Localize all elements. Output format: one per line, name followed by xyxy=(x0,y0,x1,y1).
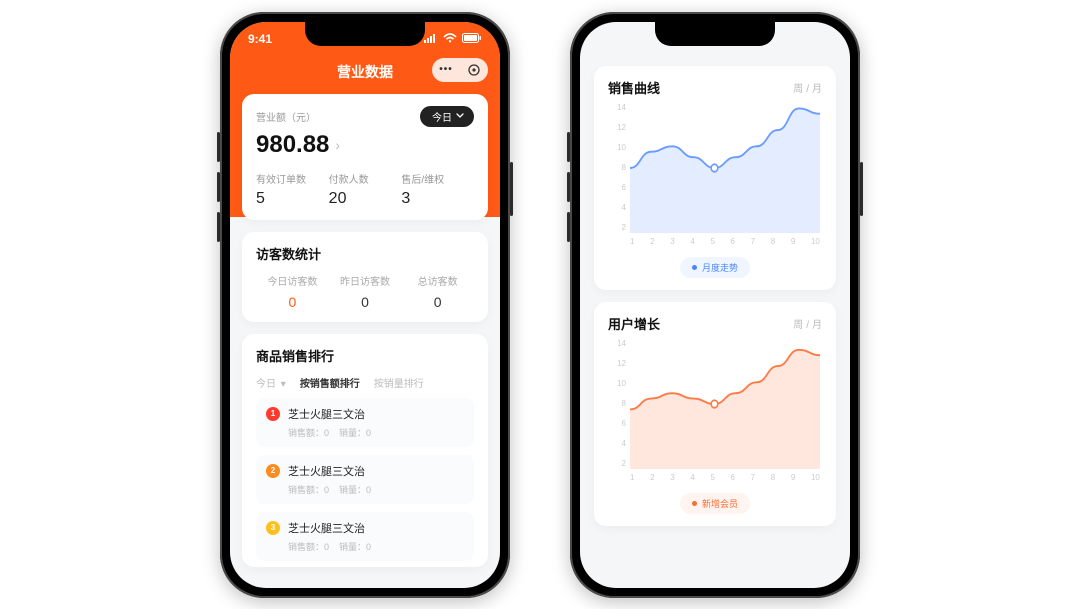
x-axis-ticks: 12345678910 xyxy=(630,473,820,487)
page-title: 营业数据 xyxy=(337,62,393,82)
visitors-title: 访客数统计 xyxy=(256,244,474,263)
close-target-icon[interactable] xyxy=(466,62,482,78)
tab-month[interactable]: 月 xyxy=(812,84,822,95)
sales-chart-card: 销售曲线 周/月 1412108642 12345678910 月 xyxy=(594,66,836,290)
ranking-tabs: 今日 ▾ 按销售额排行 按销量排行 xyxy=(256,375,474,390)
x-axis-ticks: 12345678910 xyxy=(630,237,820,251)
ranking-card: 商品销售排行 今日 ▾ 按销售额排行 按销量排行 1 芝士火腿三文治 销售 xyxy=(242,334,488,567)
rank-item-1[interactable]: 1 芝士火腿三文治 销售额：0 销量：0 xyxy=(256,398,474,447)
visitors-yesterday: 昨日访客数 0 xyxy=(329,273,402,310)
users-legend: 新增会员 xyxy=(680,493,750,514)
rank-item-3[interactable]: 3 芝士火腿三文治 销售额：0 销量：0 xyxy=(256,512,474,561)
screen-right: 销售曲线 周/月 1412108642 12345678910 月 xyxy=(580,22,850,588)
tab-week[interactable]: 周 xyxy=(793,320,803,331)
device-right: 销售曲线 周/月 1412108642 12345678910 月 xyxy=(570,12,860,598)
tab-by-qty[interactable]: 按销量排行 xyxy=(374,375,424,390)
visitors-total: 总访客数 0 xyxy=(401,273,474,310)
chevron-down-icon xyxy=(456,111,464,122)
more-icon[interactable]: ••• xyxy=(438,62,454,78)
rank-badge: 1 xyxy=(266,407,280,421)
chart-plot-area xyxy=(630,339,820,469)
chevron-right-icon: › xyxy=(335,137,340,153)
users-range-toggle[interactable]: 周/月 xyxy=(793,316,822,331)
ranking-range-select[interactable]: 今日 ▾ xyxy=(256,375,286,390)
date-range-label: 今日 xyxy=(432,109,452,124)
date-range-pill[interactable]: 今日 xyxy=(420,106,474,127)
users-chart-title: 用户增长 xyxy=(608,314,660,333)
rank-name: 芝士火腿三文治 xyxy=(288,406,365,422)
signal-icon xyxy=(424,32,438,46)
screen-left: 9:41 ••• 营业数据 xyxy=(230,22,500,588)
sales-chart-title: 销售曲线 xyxy=(608,78,660,97)
stat-payers: 付款人数 20 xyxy=(329,171,402,208)
rank-name: 芝士火腿三文治 xyxy=(288,520,365,536)
revenue-stats: 有效订单数 5 付款人数 20 售后/维权 3 xyxy=(256,171,474,208)
device-left: 9:41 ••• 营业数据 xyxy=(220,12,510,598)
wifi-icon xyxy=(443,32,457,46)
sales-legend: 月度走势 xyxy=(680,257,750,278)
stat-aftersale: 售后/维权 3 xyxy=(401,171,474,208)
visitors-card: 访客数统计 今日访客数 0 昨日访客数 0 总访客数 0 xyxy=(242,232,488,322)
revenue-label: 营业额（元） xyxy=(256,109,316,124)
rank-badge: 3 xyxy=(266,521,280,535)
y-axis-ticks: 1412108642 xyxy=(608,103,626,233)
status-time: 9:41 xyxy=(248,32,272,46)
notch xyxy=(305,22,425,46)
revenue-amount: 980.88 xyxy=(256,131,329,159)
rank-name: 芝士火腿三文治 xyxy=(288,463,365,479)
y-axis-ticks: 1412108642 xyxy=(608,339,626,469)
visitors-today: 今日访客数 0 xyxy=(256,273,329,310)
users-chart: 1412108642 12345678910 xyxy=(608,339,822,487)
chevron-down-icon: ▾ xyxy=(281,379,286,390)
stat-orders: 有效订单数 5 xyxy=(256,171,329,208)
battery-icon xyxy=(462,32,482,46)
sales-chart: 1412108642 12345678910 xyxy=(608,103,822,251)
rank-badge: 2 xyxy=(266,464,280,478)
legend-dot-icon xyxy=(692,501,697,506)
users-chart-card: 用户增长 周/月 1412108642 12345678910 新 xyxy=(594,302,836,526)
notch xyxy=(655,22,775,46)
revenue-amount-row[interactable]: 980.88 › xyxy=(256,131,474,159)
rank-item-2[interactable]: 2 芝士火腿三文治 销售额：0 销量：0 xyxy=(256,455,474,504)
tab-by-sales[interactable]: 按销售额排行 xyxy=(300,375,360,390)
revenue-card: 营业额（元） 今日 980.88 › 有效订单数 5 xyxy=(242,94,488,220)
ranking-title: 商品销售排行 xyxy=(256,346,474,365)
legend-dot-icon xyxy=(692,265,697,270)
tab-month[interactable]: 月 xyxy=(812,320,822,331)
mini-program-capsule[interactable]: ••• xyxy=(432,58,488,82)
tab-week[interactable]: 周 xyxy=(793,84,803,95)
chart-plot-area xyxy=(630,103,820,233)
sales-range-toggle[interactable]: 周/月 xyxy=(793,80,822,95)
